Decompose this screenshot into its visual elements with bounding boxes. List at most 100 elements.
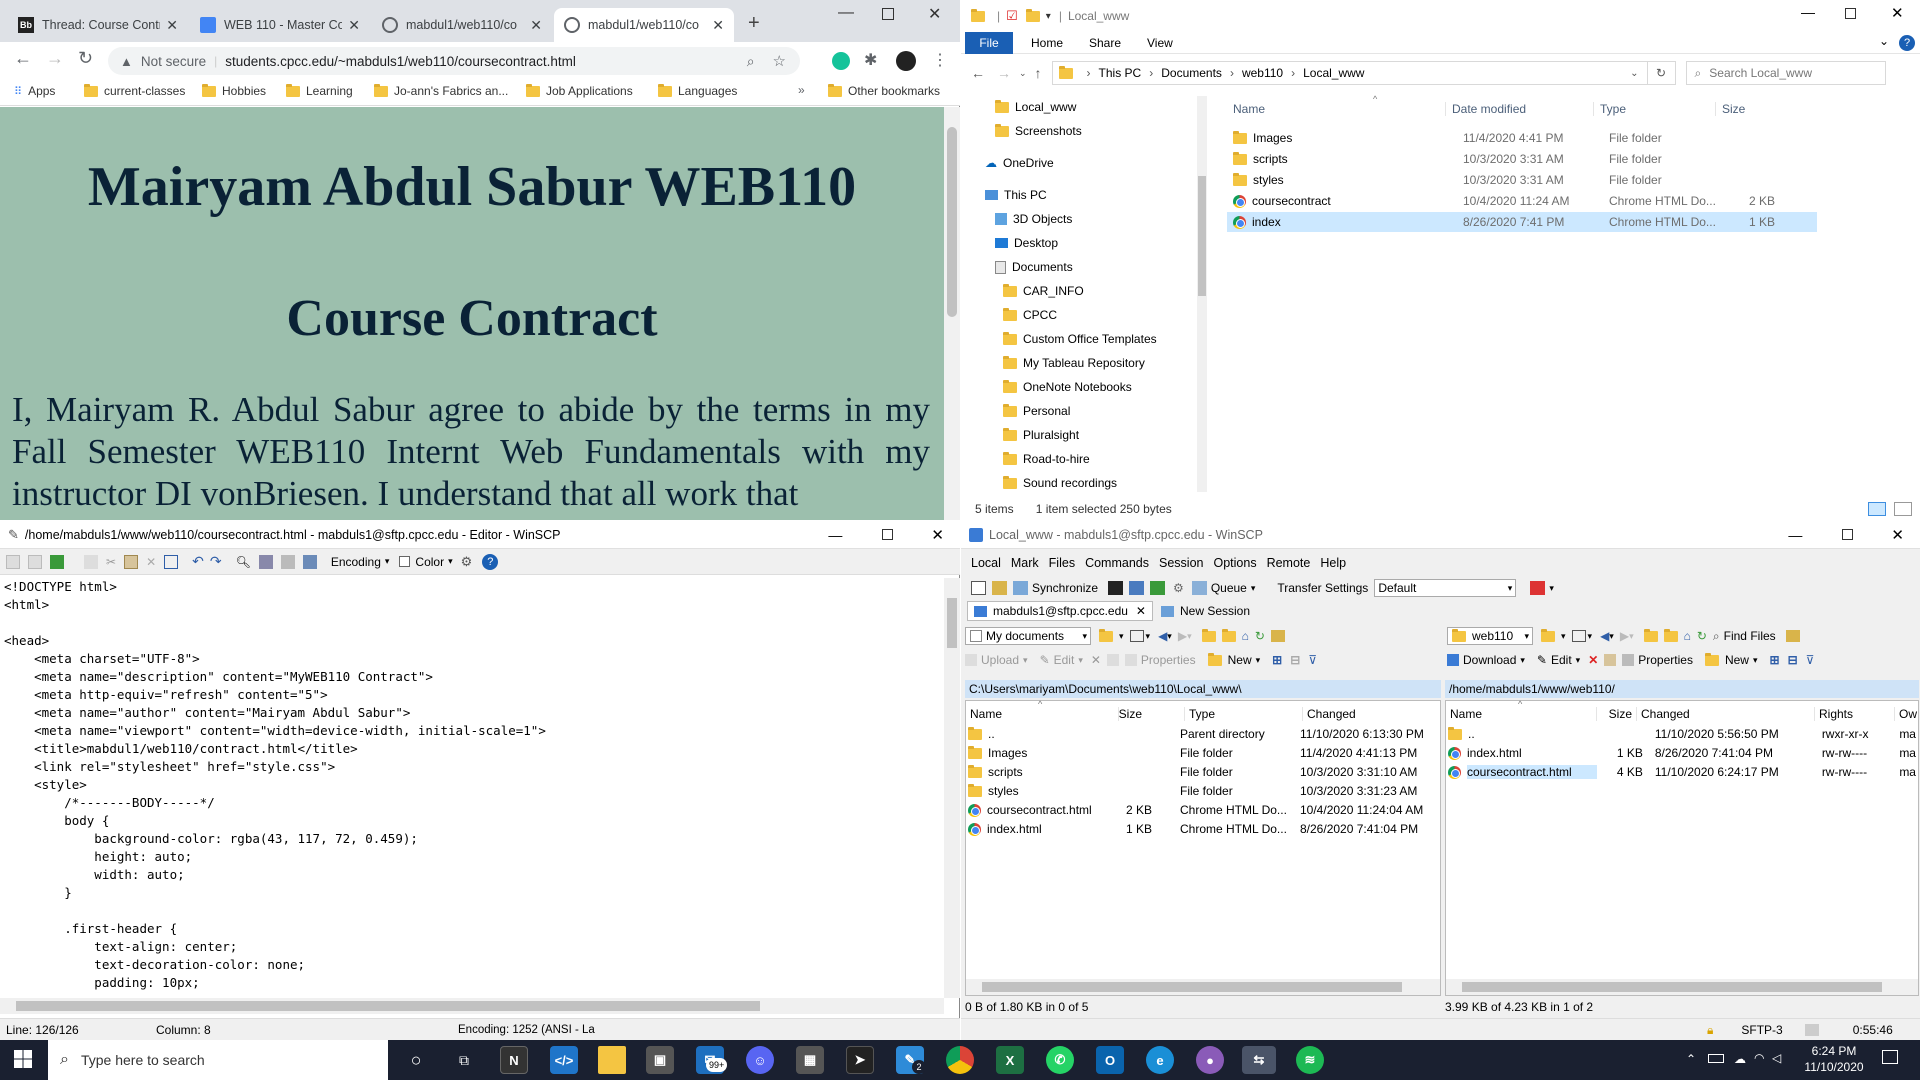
close-tab-icon[interactable]: ✕ — [166, 17, 178, 34]
close-window-button[interactable]: ✕ — [928, 4, 941, 24]
col-rights[interactable]: Rights — [1814, 707, 1853, 721]
new-session-tab[interactable]: New Session — [1153, 601, 1258, 621]
zoom-icon[interactable]: ⌕ — [747, 53, 755, 70]
remote-path-bar[interactable]: /home/mabduls1/www/web110/ — [1445, 680, 1919, 698]
calculator-icon[interactable]: ▦ — [796, 1046, 824, 1074]
menu-commands[interactable]: Commands — [1085, 556, 1149, 570]
col-name[interactable]: Name — [1233, 102, 1265, 116]
extensions-icon[interactable]: ✱ — [864, 50, 877, 70]
menu-local[interactable]: Local — [971, 556, 1001, 570]
tab-coursecontract-1[interactable]: mabdul1/web110/co ✕ — [372, 8, 552, 42]
ribbon-share[interactable]: Share — [1089, 36, 1121, 50]
disconnect-icon[interactable] — [1530, 581, 1546, 595]
code-editor[interactable]: <!DOCTYPE html> <html> <head> <meta char… — [4, 578, 940, 996]
notion-icon[interactable]: N — [500, 1046, 528, 1074]
home-icon[interactable]: ⌂ — [1242, 629, 1249, 643]
explorer-breadcrumb[interactable]: › This PC › Documents › web110 › Local_www ⌄ — [1051, 61, 1648, 85]
crumb-local-www[interactable]: Local_www — [1303, 66, 1364, 80]
ribbon-view[interactable]: View — [1147, 36, 1173, 50]
refresh-icon[interactable]: ↻ — [1255, 629, 1265, 643]
nav-road-to-hire[interactable]: Road-to-hire — [1003, 451, 1090, 466]
close-tab-icon[interactable]: ✕ — [348, 17, 360, 34]
maximize-button[interactable] — [882, 8, 894, 20]
table-row[interactable]: coursecontract.html 2 KB Chrome HTML Do...… — [968, 803, 1438, 817]
sync-icon[interactable] — [1785, 630, 1800, 642]
outlook-icon[interactable]: O — [1096, 1046, 1124, 1074]
help-icon[interactable]: ? — [482, 553, 499, 570]
battery-icon[interactable] — [1708, 1054, 1724, 1063]
new-button[interactable]: New — [1725, 653, 1749, 667]
list-item[interactable]: styles 10/3/2020 3:31 AM File folder — [1227, 170, 1817, 190]
minimize-button[interactable]: — — [838, 4, 854, 22]
star-icon[interactable]: ☆ — [773, 52, 786, 70]
list-item[interactable]: scripts 10/3/2020 3:31 AM File folder — [1227, 149, 1817, 169]
edit-button[interactable]: Edit — [1054, 653, 1075, 667]
remote-hscrollbar[interactable] — [1446, 979, 1918, 995]
forward-arrow-icon[interactable]: → — [46, 48, 64, 69]
menu-options[interactable]: Options — [1213, 556, 1256, 570]
gear-icon[interactable]: ⚙ — [461, 554, 473, 570]
list-item[interactable]: Images 11/4/2020 4:41 PM File folder — [1227, 128, 1817, 148]
col-size[interactable]: Size — [1715, 102, 1745, 116]
redo-icon[interactable]: ↷ — [210, 553, 222, 570]
chrome-icon[interactable] — [946, 1046, 974, 1074]
tab-master-course[interactable]: WEB 110 - Master Co ✕ — [190, 8, 370, 42]
nav-local-www[interactable]: Local_www — [995, 99, 1076, 114]
nav-this-pc[interactable]: This PC — [985, 188, 1047, 202]
save-icon[interactable] — [6, 554, 20, 569]
discord-icon[interactable]: ☺ — [746, 1046, 774, 1074]
maximize-button[interactable] — [1845, 8, 1856, 19]
select-all-icon[interactable]: ⊞ — [1770, 653, 1780, 667]
list-item-selected[interactable]: index 8/26/2020 7:41 PM Chrome HTML Do...… — [1227, 212, 1817, 232]
local-path-bar[interactable]: C:\Users\mariyam\Documents\web110\Local_… — [965, 680, 1441, 698]
nav-car-info[interactable]: CAR_INFO — [1003, 283, 1084, 298]
file-explorer-icon[interactable] — [598, 1046, 626, 1074]
search-box[interactable]: ⌕ Search Local_www — [1685, 61, 1886, 85]
encoding-dropdown[interactable]: Encoding — [331, 555, 381, 569]
table-row[interactable]: index.html 1 KB Chrome HTML Do... 8/26/2020… — [968, 822, 1438, 836]
nav-sound-recordings[interactable]: Sound recordings — [1003, 475, 1117, 490]
scroll-thumb[interactable] — [947, 598, 957, 648]
gear-icon[interactable]: ⚙ — [1173, 581, 1184, 595]
editor-vscrollbar[interactable] — [944, 578, 960, 998]
queue-button[interactable]: Queue — [1211, 581, 1247, 595]
menu-files[interactable]: Files — [1049, 556, 1075, 570]
filter-icon[interactable] — [1129, 630, 1144, 642]
cloud-icon[interactable]: ☁ — [1734, 1052, 1746, 1066]
bookmark-apps[interactable]: ⠿ Apps — [14, 84, 55, 98]
close-window-button[interactable]: ✕ — [1891, 526, 1904, 544]
close-window-button[interactable]: ✕ — [1891, 4, 1904, 22]
refresh-icon[interactable]: ↻ — [1697, 629, 1707, 643]
cut-icon[interactable]: ✂ — [106, 555, 116, 569]
whatsapp-icon[interactable]: ✆ — [1046, 1046, 1074, 1074]
table-row[interactable]: .. Parent directory 11/10/2020 6:13:30 PM — [968, 726, 1438, 741]
open-folder-icon[interactable] — [1541, 628, 1555, 642]
nav-scrollbar[interactable] — [1197, 96, 1207, 492]
local-hscrollbar[interactable] — [966, 979, 1440, 995]
clock[interactable]: 6:24 PM 11/10/2020 — [1800, 1043, 1868, 1075]
delete-icon[interactable]: ✕ — [146, 555, 156, 569]
chevron-up-icon[interactable]: ⌃ — [1686, 1052, 1696, 1066]
goto-line-icon[interactable] — [302, 554, 317, 569]
open-folder-icon[interactable] — [1099, 628, 1113, 642]
remote-location-select[interactable]: web110 ▾ — [1447, 627, 1533, 645]
close-window-button[interactable]: ✕ — [931, 526, 944, 544]
notifications-icon[interactable] — [1882, 1050, 1898, 1064]
rename-icon[interactable] — [1106, 654, 1119, 666]
terminal-icon[interactable] — [1108, 581, 1124, 595]
refresh-icon[interactable] — [1150, 581, 1166, 595]
properties-icon[interactable]: ☑ — [1006, 8, 1018, 24]
chevron-down-icon[interactable]: ⌄ — [1879, 34, 1889, 48]
menu-help[interactable]: Help — [1320, 556, 1346, 570]
putty-icon[interactable] — [1129, 581, 1145, 595]
up-arrow-icon[interactable]: ↑ — [1035, 65, 1042, 81]
back-arrow-icon[interactable]: ← — [14, 48, 32, 69]
col-size[interactable]: Size — [1118, 707, 1142, 721]
filter-icon[interactable]: ⊽ — [1806, 653, 1815, 667]
nav-tableau[interactable]: My Tableau Repository — [1003, 355, 1145, 370]
back-arrow-icon[interactable]: ← — [971, 65, 985, 81]
vscode-icon[interactable]: </> — [550, 1046, 578, 1074]
reload-file-icon[interactable] — [50, 554, 64, 569]
bookmark-job-applications[interactable]: Job Applications — [526, 83, 633, 98]
crumb-web110[interactable]: web110 — [1242, 66, 1283, 80]
